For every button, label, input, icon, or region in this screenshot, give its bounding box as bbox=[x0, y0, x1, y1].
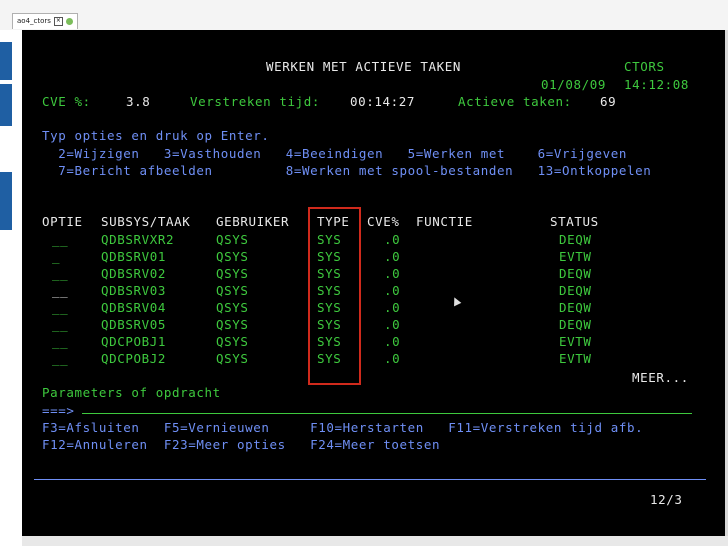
options-line-2: 7=Bericht afbeelden 8=Werken met spool-b… bbox=[42, 163, 652, 178]
options-line-1: 2=Wijzigen 3=Vasthouden 4=Beeindigen 5=W… bbox=[42, 146, 628, 161]
option-input[interactable]: __ bbox=[52, 284, 68, 298]
job-cve: .0 bbox=[384, 351, 401, 366]
option-input[interactable]: __ bbox=[52, 318, 68, 332]
job-name: QDCPOBJ2 bbox=[101, 351, 167, 366]
option-input[interactable]: __ bbox=[52, 233, 68, 247]
side-block-2 bbox=[0, 84, 12, 126]
function-keys-line-1[interactable]: F3=Afsluiten F5=Vernieuwen F10=Herstarte… bbox=[42, 421, 643, 435]
job-cve: .0 bbox=[384, 232, 401, 247]
col-header-optie: OPTIE bbox=[42, 214, 83, 229]
job-status: EVTW bbox=[559, 351, 592, 366]
close-tab-icon[interactable]: × bbox=[53, 17, 63, 26]
command-label: Parameters of opdracht bbox=[42, 385, 221, 400]
mouse-pointer-icon bbox=[450, 295, 462, 307]
job-name: QDBSRV02 bbox=[101, 266, 167, 281]
job-cve: .0 bbox=[384, 283, 401, 298]
option-input[interactable]: __ bbox=[52, 352, 68, 366]
job-status: EVTW bbox=[559, 249, 592, 264]
job-user: QSYS bbox=[216, 334, 249, 349]
left-panel bbox=[0, 30, 22, 546]
instructions-heading: Typ opties en druk op Enter. bbox=[42, 128, 270, 143]
type-column-highlight bbox=[308, 207, 361, 385]
job-name: QDBSRV05 bbox=[101, 317, 167, 332]
elapsed-label: Verstreken tijd: bbox=[190, 94, 321, 109]
elapsed-value: 00:14:27 bbox=[350, 94, 416, 109]
terminal-screen[interactable]: WERKEN MET ACTIEVE TAKEN CTORS 01/08/09 … bbox=[22, 30, 725, 536]
job-name: QDBSRV03 bbox=[101, 283, 167, 298]
job-cve: .0 bbox=[384, 266, 401, 281]
job-user: QSYS bbox=[216, 351, 249, 366]
more-indicator: MEER... bbox=[632, 370, 689, 385]
job-status: DEQW bbox=[559, 232, 592, 247]
system-name: CTORS bbox=[624, 59, 665, 74]
cve-value: 3.8 bbox=[126, 94, 151, 109]
time: 14:12:08 bbox=[624, 77, 690, 92]
active-jobs-label: Actieve taken: bbox=[458, 94, 572, 109]
page-title: WERKEN MET ACTIEVE TAKEN bbox=[266, 59, 462, 74]
job-user: QSYS bbox=[216, 232, 249, 247]
job-cve: .0 bbox=[384, 249, 401, 264]
option-input[interactable]: _ bbox=[52, 250, 60, 264]
job-status: DEQW bbox=[559, 317, 592, 332]
job-user: QSYS bbox=[216, 317, 249, 332]
job-status: DEQW bbox=[559, 283, 592, 298]
tab-bar: ao4_ctors × bbox=[0, 0, 728, 31]
job-name: QDBSRV01 bbox=[101, 249, 167, 264]
job-cve: .0 bbox=[384, 334, 401, 349]
job-user: QSYS bbox=[216, 283, 249, 298]
session-tab-label: ao4_ctors bbox=[17, 17, 51, 25]
side-block-3 bbox=[0, 172, 12, 230]
connection-status-icon bbox=[65, 18, 73, 25]
job-name: QDBSRV04 bbox=[101, 300, 167, 315]
cve-label: CVE %: bbox=[42, 94, 91, 109]
job-status: DEQW bbox=[559, 300, 592, 315]
date: 01/08/09 bbox=[541, 77, 607, 92]
option-input[interactable]: __ bbox=[52, 267, 68, 281]
job-status: EVTW bbox=[559, 334, 592, 349]
command-input-underline bbox=[82, 413, 692, 414]
option-input[interactable]: __ bbox=[52, 301, 68, 315]
job-name: QDBSRVXR2 bbox=[101, 232, 175, 247]
option-input[interactable]: __ bbox=[52, 335, 68, 349]
cursor-position: 12/3 bbox=[650, 492, 683, 507]
status-separator bbox=[34, 479, 706, 480]
col-header-functie: FUNCTIE bbox=[416, 214, 473, 229]
col-header-status: STATUS bbox=[550, 214, 599, 229]
job-cve: .0 bbox=[384, 300, 401, 315]
function-keys-line-2[interactable]: F12=Annuleren F23=Meer opties F24=Meer t… bbox=[42, 438, 440, 452]
command-prompt: ===> bbox=[42, 403, 75, 418]
job-user: QSYS bbox=[216, 266, 249, 281]
job-name: QDCPOBJ1 bbox=[101, 334, 167, 349]
bottom-edge bbox=[22, 536, 728, 546]
col-header-gebruiker: GEBRUIKER bbox=[216, 214, 290, 229]
job-cve: .0 bbox=[384, 317, 401, 332]
job-user: QSYS bbox=[216, 249, 249, 264]
side-block-1 bbox=[0, 42, 12, 80]
job-status: DEQW bbox=[559, 266, 592, 281]
col-header-cve: CVE% bbox=[367, 214, 400, 229]
active-jobs-value: 69 bbox=[600, 94, 617, 109]
job-user: QSYS bbox=[216, 300, 249, 315]
col-header-subsys: SUBSYS/TAAK bbox=[101, 214, 191, 229]
session-tab[interactable]: ao4_ctors × bbox=[12, 13, 78, 29]
